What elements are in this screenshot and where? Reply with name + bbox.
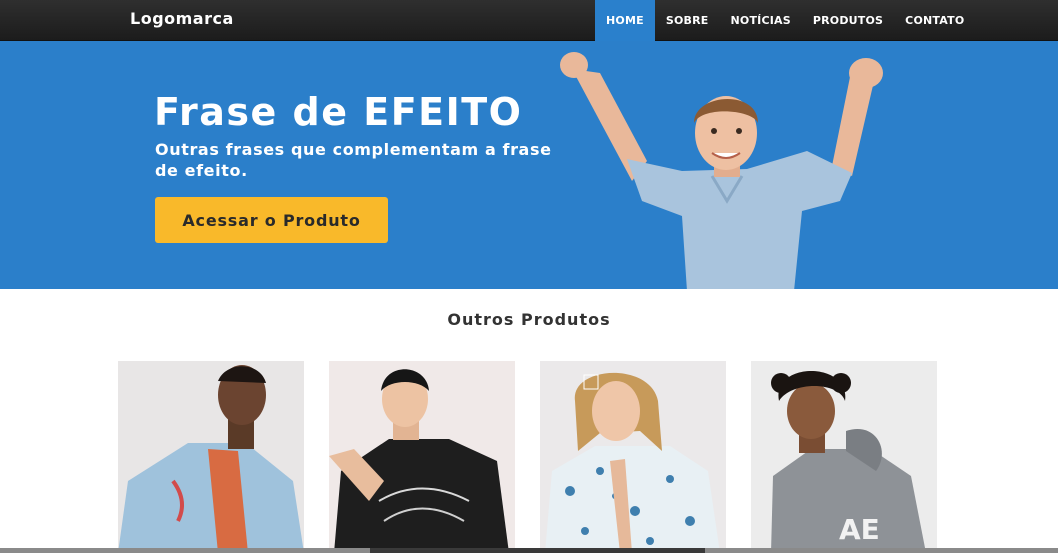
nav-item-sobre[interactable]: SOBRE xyxy=(655,0,720,41)
hoodie-print-label: AE xyxy=(839,513,880,546)
access-product-button[interactable]: Acessar o Produto xyxy=(155,197,388,243)
product-card-3[interactable] xyxy=(540,361,726,553)
product-card-4[interactable]: AE xyxy=(751,361,937,553)
product-card-2[interactable] xyxy=(329,361,515,553)
navbar: Logomarca HOME SOBRE NOTÍCIAS PRODUTOS C… xyxy=(0,0,1058,41)
main-nav: HOME SOBRE NOTÍCIAS PRODUTOS CONTATO xyxy=(595,0,975,41)
product-grid: AE xyxy=(118,361,940,553)
hero-subtitle: Outras frases que complementam a frase d… xyxy=(155,140,552,180)
nav-item-contato[interactable]: CONTATO xyxy=(894,0,975,41)
scrollbar-thumb[interactable] xyxy=(370,548,705,553)
product-card-1[interactable] xyxy=(118,361,304,553)
section-title: Outros Produtos xyxy=(447,310,611,329)
product-image-grey-hoodie: AE xyxy=(751,361,937,553)
hero-title: Frase de EFEITO xyxy=(154,90,523,134)
hero-person-image xyxy=(560,52,883,289)
nav-item-noticias[interactable]: NOTÍCIAS xyxy=(719,0,801,41)
logo[interactable]: Logomarca xyxy=(130,9,234,28)
product-image-bomber-jacket xyxy=(118,361,304,553)
product-image-black-tshirt xyxy=(329,361,515,553)
nav-item-home[interactable]: HOME xyxy=(595,0,655,41)
product-image-printed-shirt xyxy=(540,361,726,553)
nav-item-produtos[interactable]: PRODUTOS xyxy=(802,0,894,41)
hero-banner: Frase de EFEITO Outras frases que comple… xyxy=(0,41,1058,289)
